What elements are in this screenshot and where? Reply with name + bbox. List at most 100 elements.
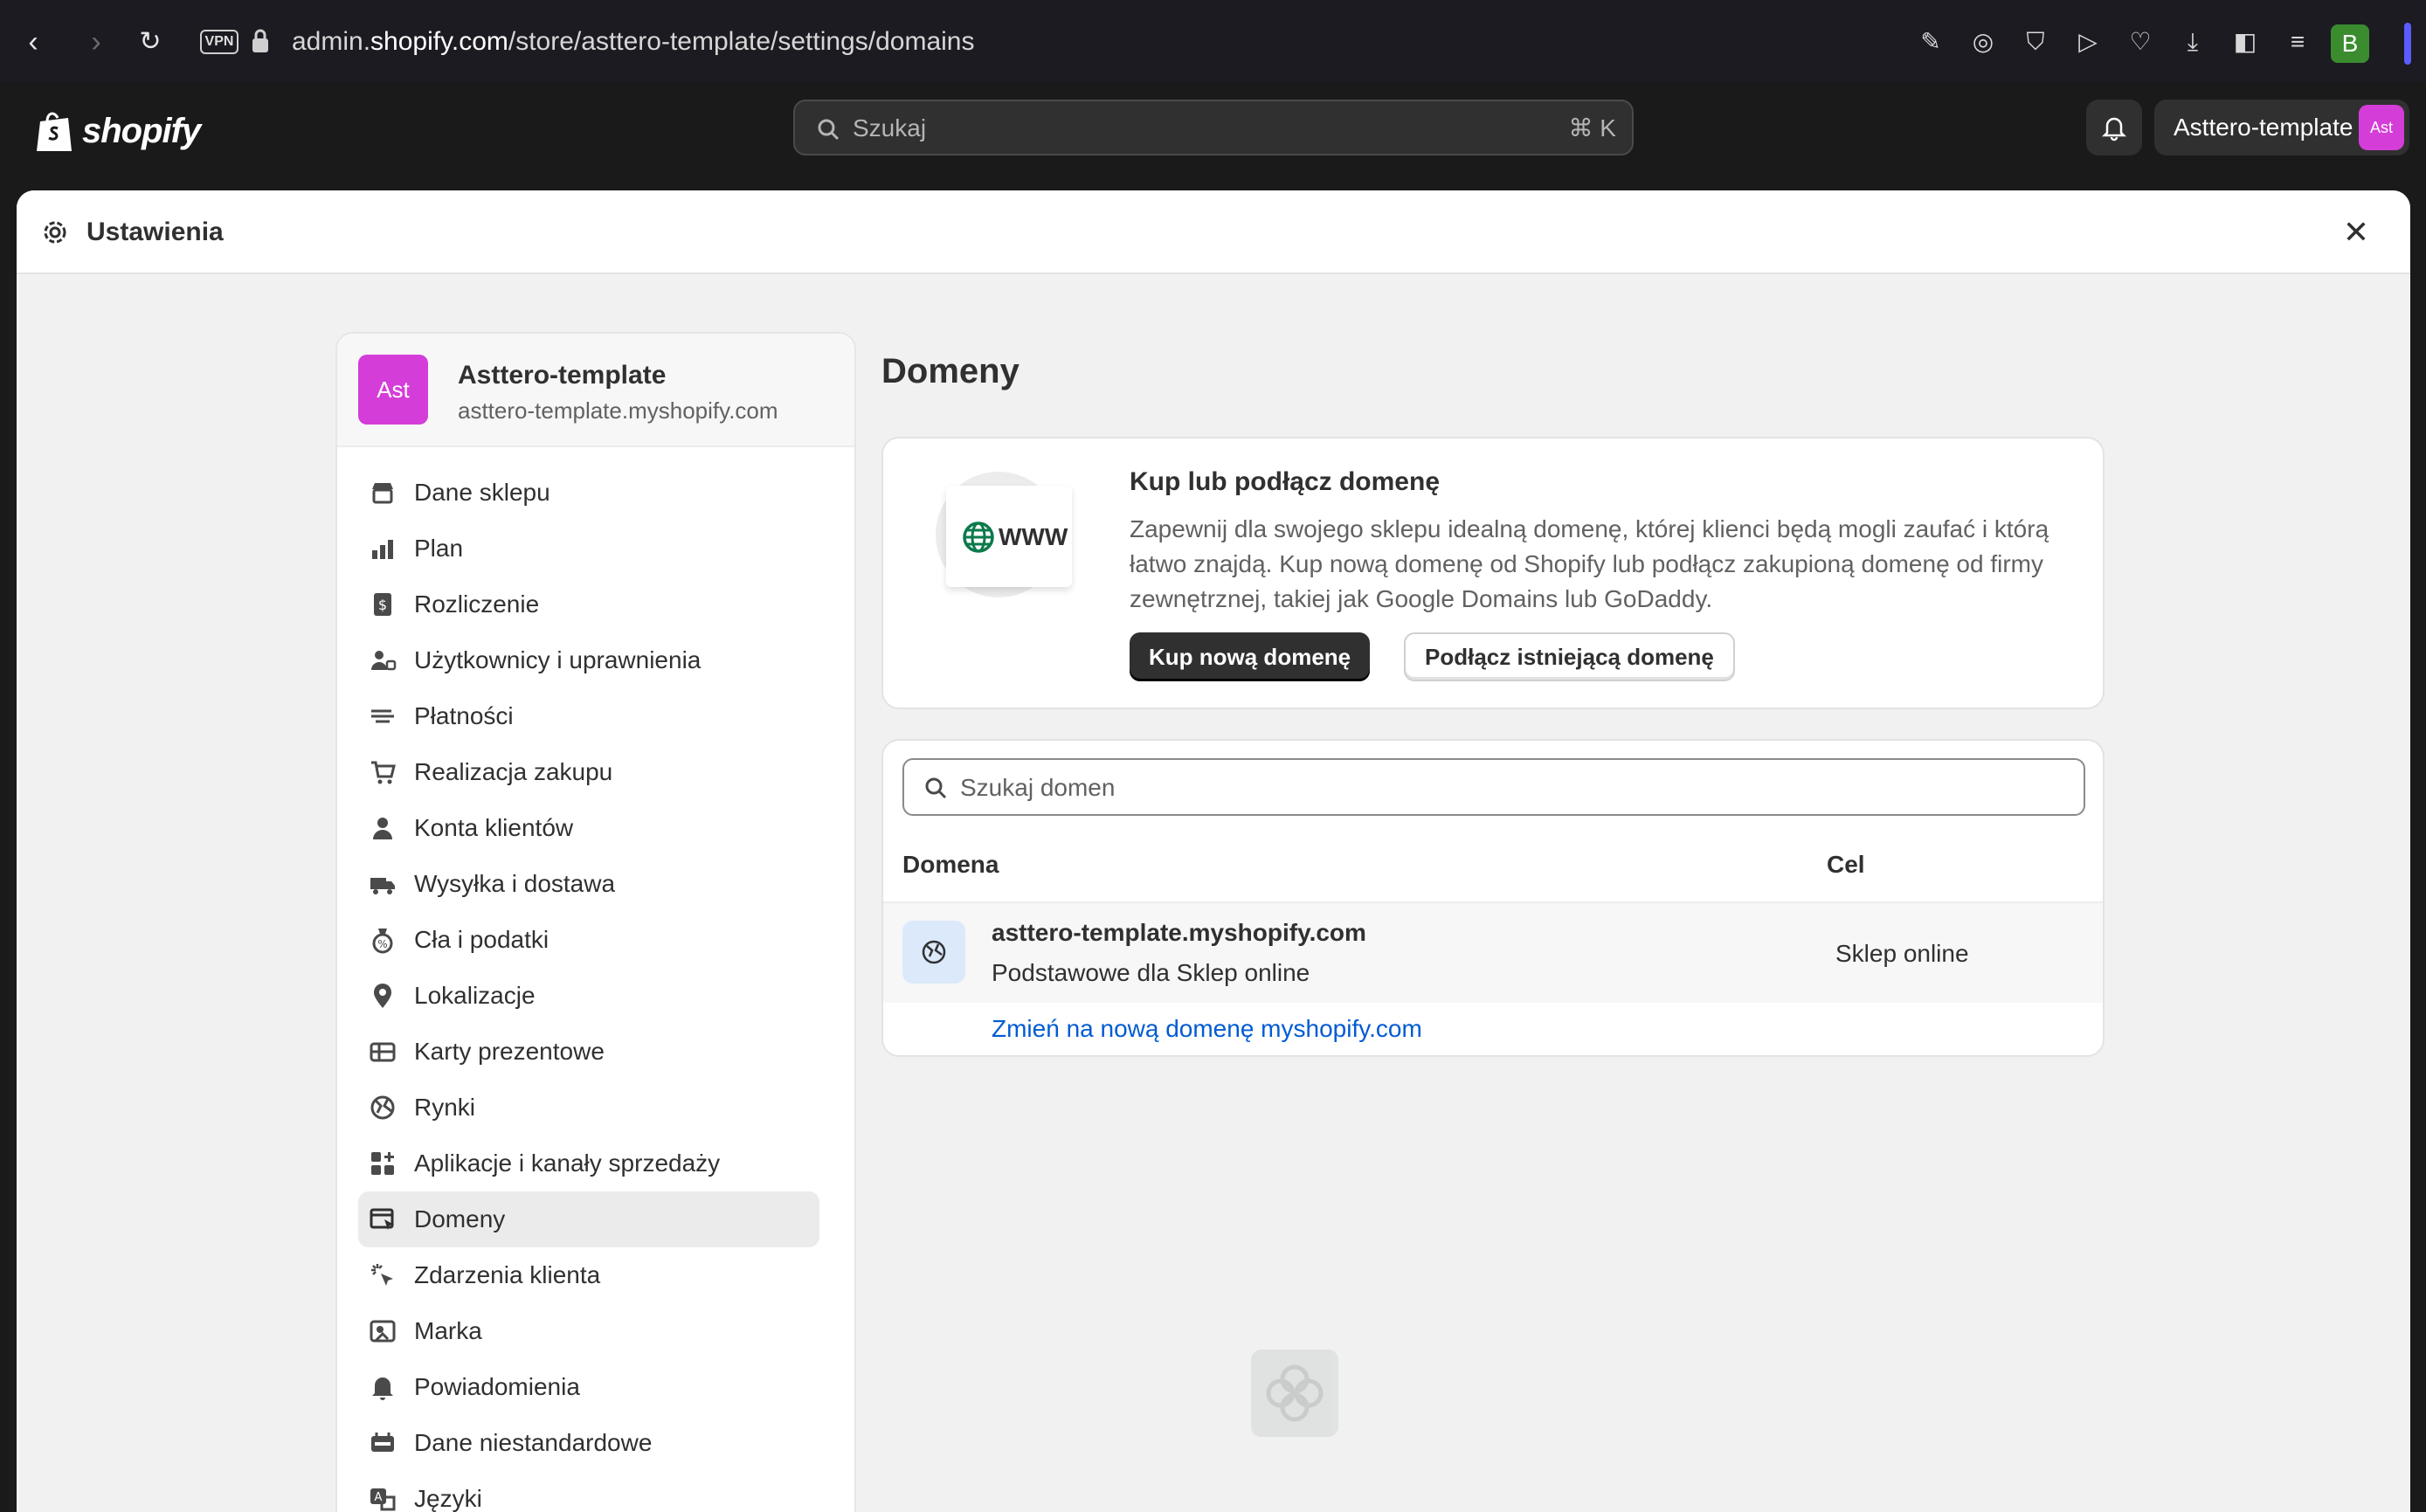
menu-icon[interactable]: ≡ <box>2282 26 2313 58</box>
buy-domain-button[interactable]: Kup nową domenę <box>1130 632 1371 681</box>
promo-title: Kup lub podłącz domenę <box>1130 467 1441 496</box>
url-path: /store/asttero-template/settings/domains <box>508 27 975 56</box>
play-icon[interactable]: ▷ <box>2072 26 2104 58</box>
sidebar-item-label: Rynki <box>414 1094 476 1121</box>
modal-title: Ustawienia <box>86 217 224 246</box>
settings-sidebar: Ast Asttero-template asttero-template.my… <box>335 332 856 1512</box>
shield-icon[interactable]: ⛉ <box>2020 26 2051 58</box>
sidebar-item-karty-prezentowe[interactable]: Karty prezentowe <box>358 1024 819 1080</box>
settings-modal: Ustawienia ✕ Ast Asttero-template astter… <box>17 190 2410 1512</box>
person-icon <box>373 818 392 839</box>
search-placeholder: Szukaj <box>853 114 927 142</box>
domain-search-input[interactable] <box>960 770 2061 805</box>
sidebar-item-label: Dane niestandardowe <box>414 1429 653 1456</box>
sidebar-item-label: Płatności <box>414 702 514 729</box>
sidebar-toggle-icon[interactable]: ◧ <box>2229 26 2261 58</box>
browser-toolbar: ‹ › ↻ VPN admin.shopify.com/store/astter… <box>0 0 2426 82</box>
settings-nav: Dane sklepu Plan $ Rozliczenie Użytkowni… <box>358 465 819 1512</box>
sidebar-item-label: Aplikacje i kanały sprzedaży <box>414 1150 721 1177</box>
sidebar-item-dane-sklepu[interactable]: Dane sklepu <box>358 465 819 521</box>
close-icon[interactable]: ✕ <box>2337 213 2375 252</box>
sidebar-item-rynki[interactable]: Rynki <box>358 1080 819 1136</box>
table-row[interactable]: asttero-template.myshopify.com Podstawow… <box>883 901 2103 1003</box>
url-domain: shopify.com <box>370 27 508 56</box>
promo-description: Zapewnij dla swojego sklepu idealną dome… <box>1130 515 2049 612</box>
modal-header: Ustawienia ✕ <box>17 190 2410 274</box>
logo-text: shopify <box>82 111 201 150</box>
heart-icon[interactable]: ♡ <box>2125 26 2156 58</box>
address-bar[interactable]: admin.shopify.com/store/asttero-template… <box>292 24 974 59</box>
billing-icon: $ <box>374 593 391 616</box>
globe-icon <box>370 1095 395 1120</box>
domains-icon <box>370 1208 394 1230</box>
truck-icon <box>370 878 395 894</box>
sidebar-item-uzytkownicy[interactable]: Użytkownicy i uprawnienia <box>358 632 819 688</box>
search-icon <box>925 777 947 799</box>
language-icon: A <box>370 1488 396 1511</box>
svg-text:%: % <box>377 938 387 950</box>
sidebar-item-aplikacje[interactable]: Aplikacje i kanały sprzedaży <box>358 1136 819 1191</box>
store-name: Asttero-template <box>458 361 667 390</box>
store-avatar: Ast <box>2359 105 2404 150</box>
sidebar-item-jezyki[interactable]: A Języki <box>358 1471 819 1512</box>
sidebar-item-lokalizacje[interactable]: Lokalizacje <box>358 968 819 1024</box>
reload-icon[interactable]: ↻ <box>133 24 168 59</box>
brand-icon <box>370 1320 396 1343</box>
sidebar-item-rozliczenie[interactable]: $ Rozliczenie <box>358 576 819 632</box>
vpn-badge[interactable]: VPN <box>200 30 238 54</box>
sidebar-item-label: Karty prezentowe <box>414 1038 605 1065</box>
search-icon <box>818 119 840 141</box>
sidebar-item-label: Zdarzenia klienta <box>414 1261 601 1288</box>
sidebar-item-plan[interactable]: Plan <box>358 521 819 576</box>
camera-icon[interactable]: ◎ <box>1967 26 1999 58</box>
column-header-target: Cel <box>1827 851 1865 878</box>
notifications-button[interactable] <box>2086 100 2142 155</box>
domains-list-card: Domena Cel asttero-template.myshopify.co… <box>881 739 2105 1057</box>
apps-icon <box>371 1152 394 1175</box>
domain-search-field[interactable] <box>902 758 2085 816</box>
sidebar-item-zdarzenia-klienta[interactable]: Zdarzenia klienta <box>358 1247 819 1303</box>
download-icon[interactable]: ⤓ <box>2177 26 2208 58</box>
payments-icon <box>371 709 394 723</box>
sidebar-item-label: Domeny <box>414 1205 506 1232</box>
store-url: asttero-template.myshopify.com <box>458 397 778 424</box>
back-icon[interactable]: ‹ <box>16 24 51 59</box>
store-menu-button[interactable]: Asttero-template Ast <box>2154 100 2409 155</box>
url-prefix: admin. <box>292 27 371 56</box>
global-search[interactable]: Szukaj ⌘ K <box>793 100 1634 155</box>
sidebar-item-marka[interactable]: Marka <box>358 1303 819 1359</box>
sidebar-item-platnosci[interactable]: Płatności <box>358 688 819 744</box>
store-card[interactable]: Ast Asttero-template asttero-template.my… <box>337 334 854 447</box>
column-header-domain: Domena <box>902 851 999 878</box>
bell-icon <box>2101 117 2127 142</box>
shopify-topbar: shopify Szukaj ⌘ K Asttero-template Ast <box>0 82 2426 176</box>
store-avatar: Ast <box>358 355 428 425</box>
globe-icon <box>922 940 946 964</box>
sidebar-item-label: Użytkownicy i uprawnienia <box>414 646 702 673</box>
sidebar-item-label: Wysyłka i dostawa <box>414 870 616 897</box>
lock-icon <box>252 29 268 52</box>
help-widget-button[interactable] <box>1251 1350 1338 1437</box>
gear-icon <box>44 221 66 244</box>
sidebar-item-wysylka[interactable]: Wysyłka i dostawa <box>358 856 819 912</box>
sidebar-item-label: Cła i podatki <box>414 926 549 953</box>
connect-domain-button[interactable]: Podłącz istniejącą domenę <box>1404 632 1735 681</box>
sidebar-item-powiadomienia[interactable]: Powiadomienia <box>358 1359 819 1415</box>
sidebar-item-konta-klientow[interactable]: Konta klientów <box>358 800 819 856</box>
sidebar-item-label: Języki <box>414 1485 482 1512</box>
sidebar-item-domeny[interactable]: Domeny <box>358 1191 819 1247</box>
profile-avatar[interactable]: B <box>2331 24 2369 63</box>
edit-icon[interactable]: ✎ <box>1915 26 1946 58</box>
shopify-bag-icon <box>37 112 72 151</box>
www-text: WWW <box>999 523 1068 550</box>
domain-name[interactable]: asttero-template.myshopify.com <box>992 917 1366 949</box>
sidebar-item-realizacja-zakupu[interactable]: Realizacja zakupu <box>358 744 819 800</box>
sidebar-item-label: Lokalizacje <box>414 982 536 1009</box>
sidebar-item-dane-niestandardowe[interactable]: Dane niestandardowe <box>358 1415 819 1471</box>
globe-icon <box>963 521 994 553</box>
change-myshopify-domain-link[interactable]: Zmień na nową domenę myshopify.com <box>992 1013 1422 1045</box>
sidebar-item-cla-i-podatki[interactable]: % Cła i podatki <box>358 912 819 968</box>
shopify-logo[interactable]: shopify <box>35 107 201 155</box>
forward-icon[interactable]: › <box>79 24 114 59</box>
sidebar-item-label: Plan <box>414 535 464 562</box>
